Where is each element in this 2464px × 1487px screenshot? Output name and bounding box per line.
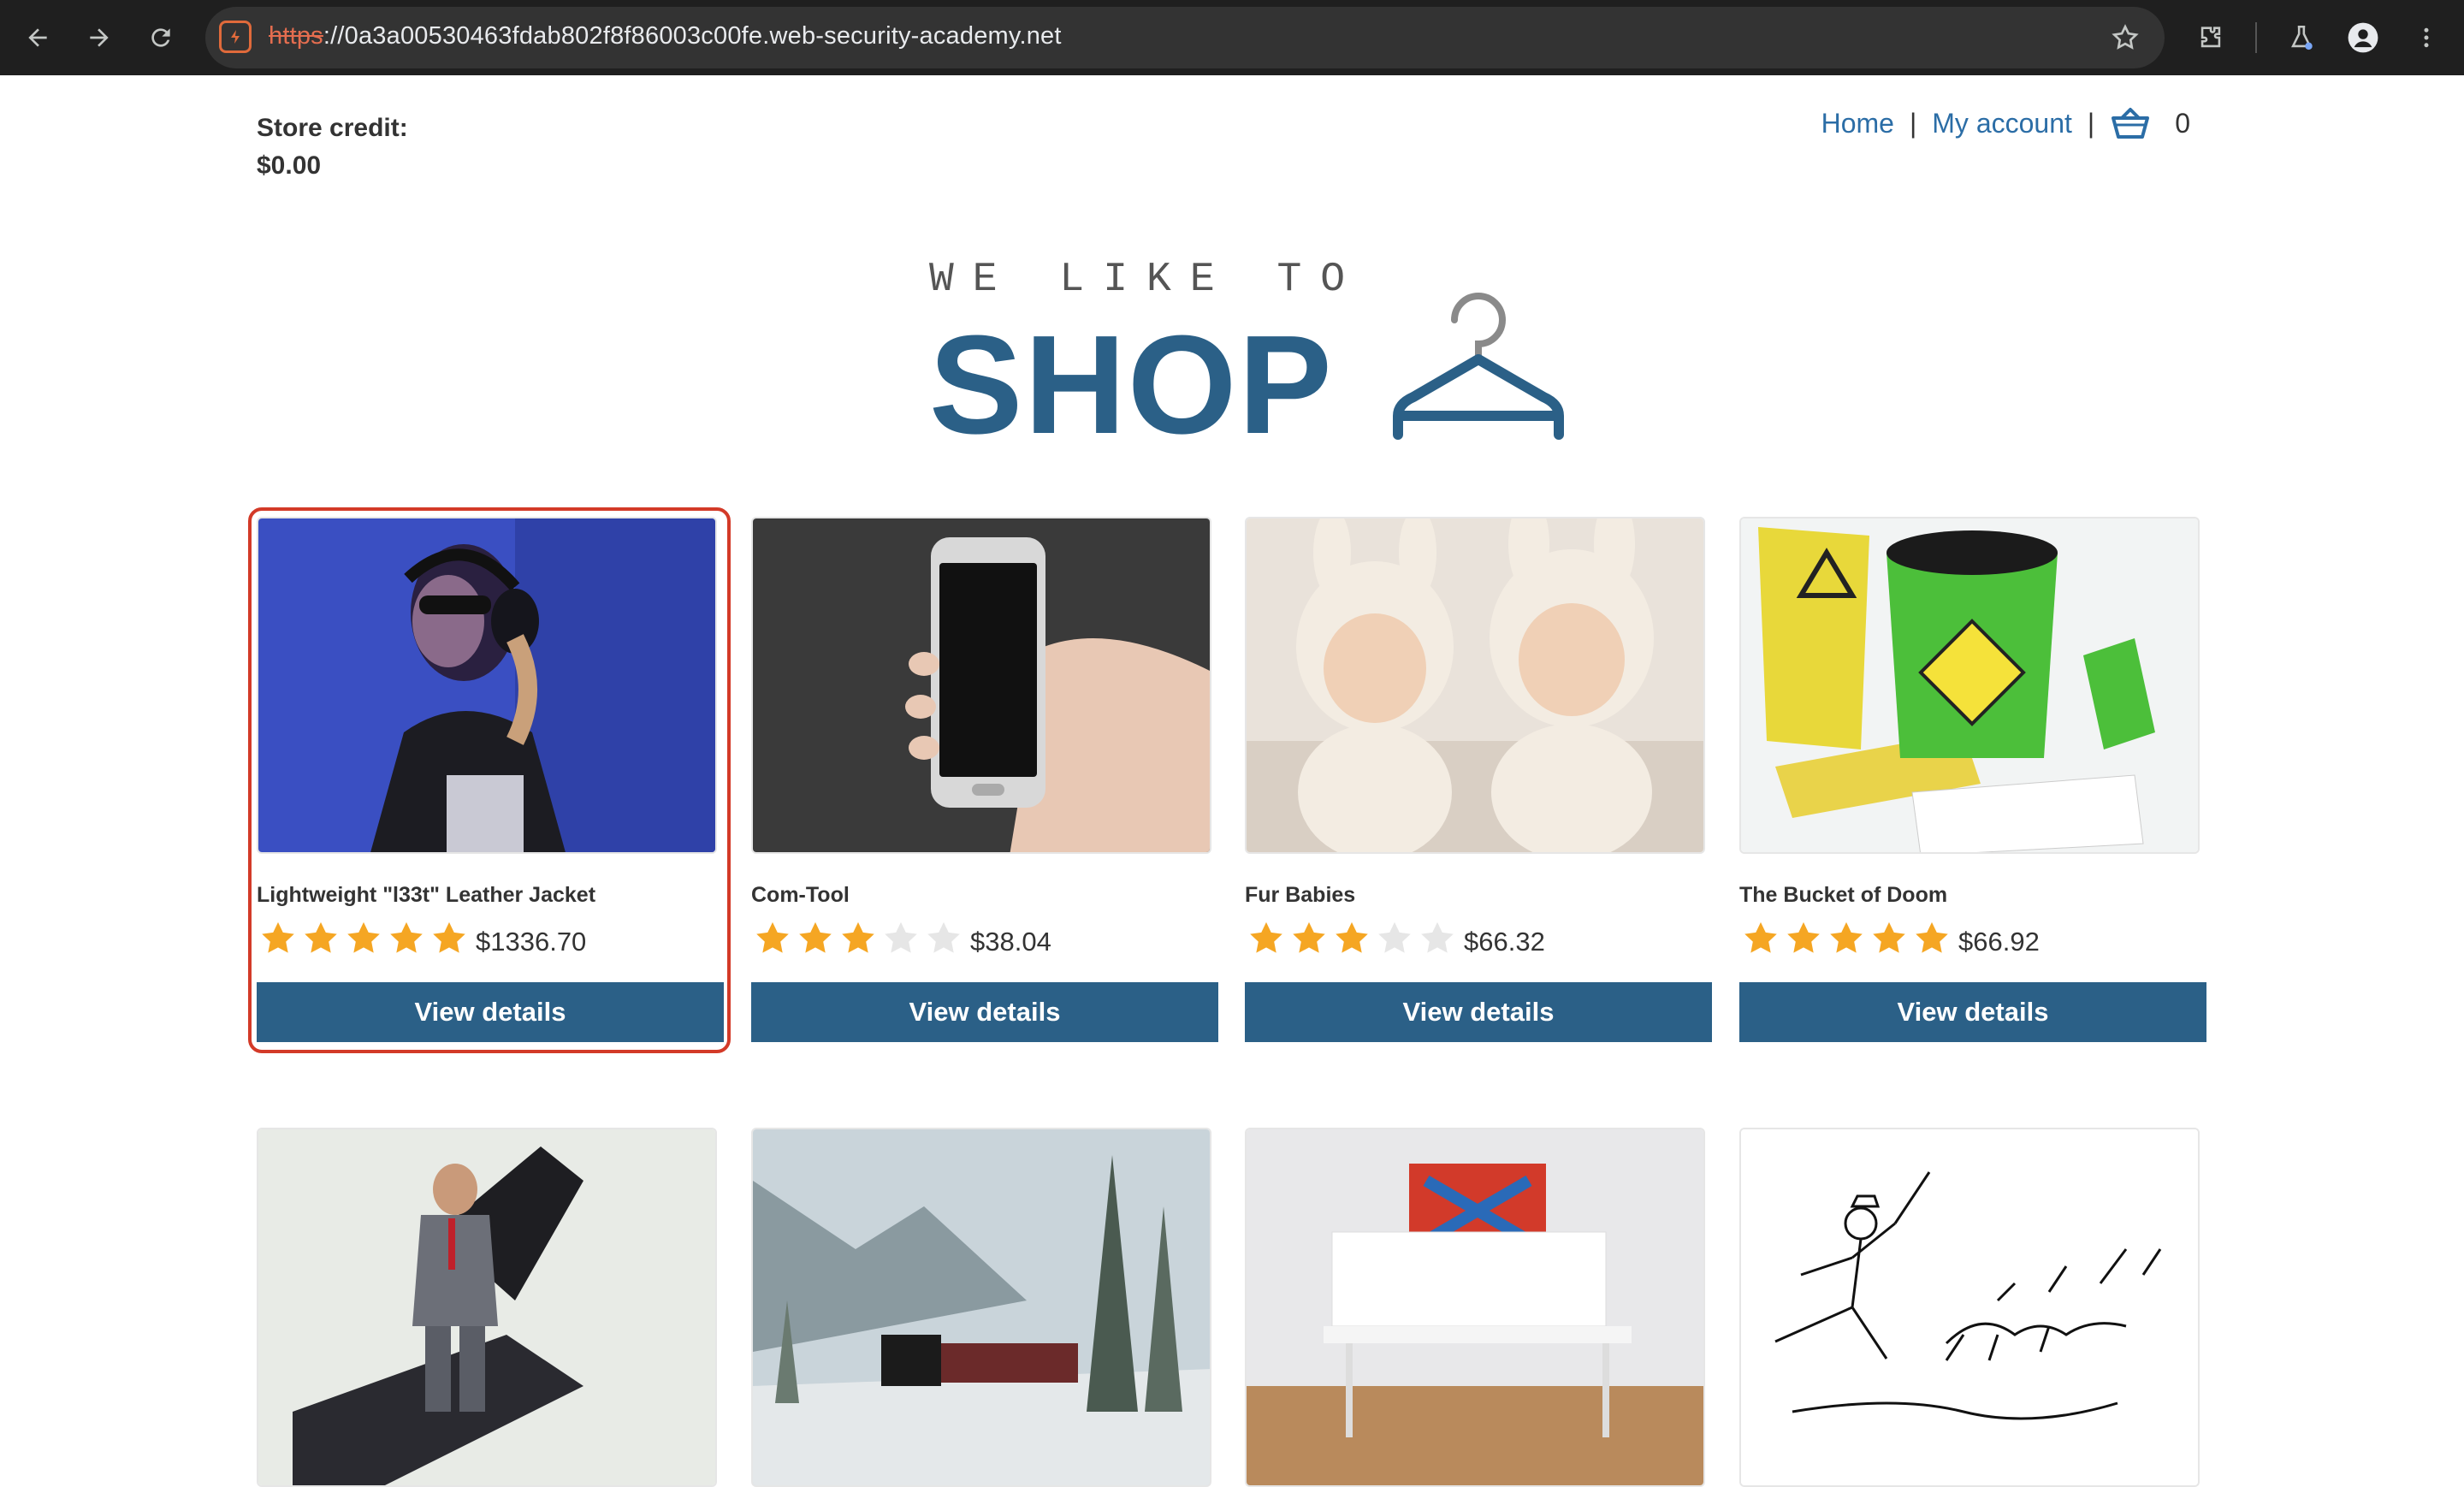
star-icon [1293,921,1325,953]
product-name: Lightweight "l33t" Leather Jacket [257,883,596,907]
star-icon [1916,921,1948,953]
star-icon [1421,921,1454,953]
address-bar[interactable]: https://0a3a00530463fdab802f8f86003c00fe… [205,7,2165,68]
product-image[interactable] [1739,517,2200,854]
product-image[interactable] [751,517,1211,854]
lab-site-icon [219,21,252,53]
logo-tagline: WE LIKE TO [929,257,1365,303]
product-name: Com-Tool [751,883,850,907]
star-icon [1744,921,1777,953]
nav-separator: | [2087,107,2095,139]
phone-figurine-photo [258,1129,715,1485]
nav-my-account-link[interactable]: My account [1932,108,2072,139]
product-rating: $66.92 [1739,919,2040,958]
arrow-right-icon [90,28,109,47]
nav-separator: | [1909,107,1917,139]
forward-button[interactable] [77,15,121,60]
phone-photo [753,518,1210,852]
star-icon [1787,921,1820,953]
product-image[interactable] [1245,517,1705,854]
star-icon [1830,921,1863,953]
star-bookmark-icon[interactable] [2110,22,2141,53]
star-icon [1250,921,1282,953]
product-price: $66.92 [1958,927,2040,957]
back-button[interactable] [15,15,60,60]
product-image[interactable] [1245,1128,1705,1487]
product-rating: $1336.70 [257,919,586,958]
sketch-illustration [1741,1129,2198,1485]
store-credit-value: $0.00 [257,151,322,180]
menu-button[interactable] [2404,15,2449,60]
url-text: https://0a3a00530463fdab802f8f86003c00fe… [269,22,1062,50]
flask-icon [2291,25,2313,50]
profile-button[interactable] [2341,15,2385,60]
product-price: $1336.70 [476,927,587,957]
puzzle-icon [2200,27,2221,48]
top-navigation: Home | My account | 0 [1821,106,2190,140]
star-icon [305,921,337,953]
winter-train-photo [753,1129,1210,1485]
product-image[interactable] [751,1128,1211,1487]
avatar-icon [2348,22,2378,53]
star-icon [842,921,874,953]
star-icon [433,921,465,953]
toolbar-divider [2255,22,2257,53]
view-details-button[interactable]: View details [1739,982,2206,1042]
store-credit-label: Store credit: [257,114,408,142]
star-icon [390,921,423,953]
jacket-photo [258,518,715,852]
more-vertical-icon [2424,27,2429,48]
product-rating: $66.32 [1245,919,1545,958]
view-details-button[interactable]: View details [257,982,724,1042]
shop-logo[interactable]: WE LIKE TO SHOP [929,257,1564,463]
labs-button[interactable] [2279,15,2324,60]
fur-babies-photo [1247,518,1703,852]
product-name: The Bucket of Doom [1739,883,1948,907]
product-price: $38.04 [970,927,1051,957]
extensions-button[interactable] [2189,15,2233,60]
arrow-left-icon [28,28,47,47]
star-icon [262,921,294,953]
star-icon [799,921,832,953]
bucket-of-doom-photo [1741,518,2198,852]
product-name: Fur Babies [1245,883,1356,907]
hanger-icon [1393,293,1564,440]
star-icon [347,921,380,953]
reload-icon [151,28,170,47]
star-icon [927,921,960,953]
team-room-photo [1247,1129,1703,1485]
view-details-button[interactable]: View details [751,982,1218,1042]
view-details-button[interactable]: View details [1245,982,1712,1042]
logo-word: SHOP [929,306,1334,463]
star-icon [1873,921,1905,953]
store-credit: Store credit: $0.00 [257,110,408,185]
nav-home-link[interactable]: Home [1821,108,1894,139]
star-icon [1378,921,1411,953]
browser-toolbar: https://0a3a00530463fdab802f8f86003c00fe… [0,0,2464,75]
product-image[interactable] [257,517,717,854]
product-image[interactable] [257,1128,717,1487]
star-icon [1336,921,1368,953]
product-image[interactable] [1739,1128,2200,1487]
reload-button[interactable] [139,15,183,60]
cart-count: 0 [2175,107,2190,139]
star-icon [756,921,789,953]
star-icon [885,921,917,953]
product-rating: $38.04 [751,919,1051,958]
cart-icon[interactable] [2110,106,2151,140]
product-price: $66.32 [1464,927,1545,957]
